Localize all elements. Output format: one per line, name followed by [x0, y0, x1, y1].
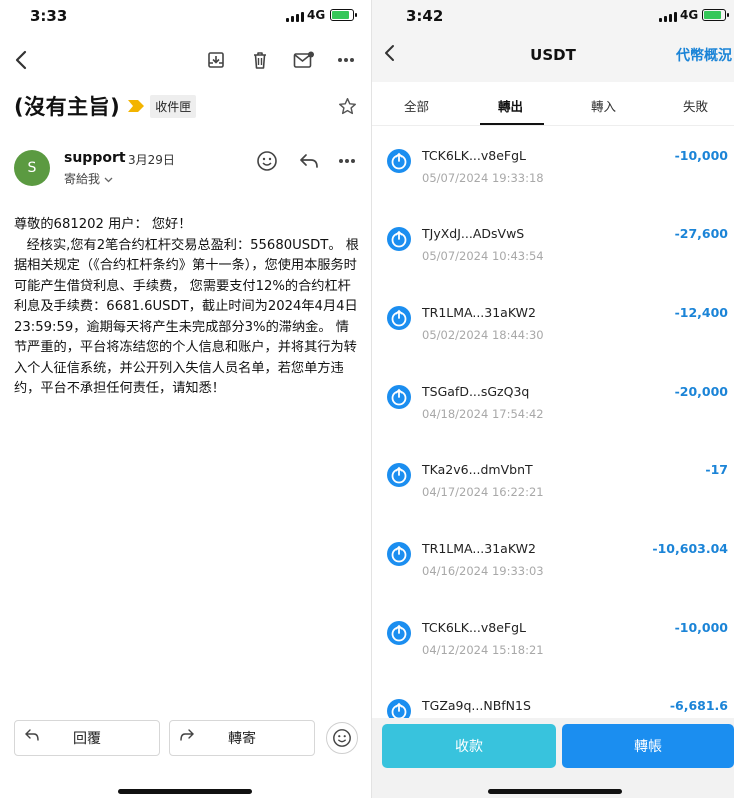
mail-greeting: 尊敬的681202 用户： 您好！	[14, 217, 192, 232]
transaction-time: 04/16/2024 19:33:03	[422, 564, 544, 578]
avatar[interactable]: S	[14, 150, 50, 186]
tab-failed[interactable]: 失敗	[683, 96, 708, 115]
home-indicator[interactable]	[118, 789, 252, 794]
emoji-reaction-icon[interactable]	[254, 148, 280, 174]
outgoing-transfer-icon	[387, 699, 411, 720]
subject-row: (沒有主旨) 收件匣	[14, 90, 358, 122]
battery-icon	[330, 9, 357, 21]
transaction-amount: -27,600	[674, 226, 728, 241]
mail-screen: 3:33 4G (沒有主旨) 收件匣 S support 3月29日 寄給我 尊…	[0, 0, 372, 798]
outgoing-transfer-icon	[387, 149, 411, 173]
wallet-action-bar: 收款 轉帳	[372, 718, 734, 798]
reply-label: 回覆	[73, 731, 101, 747]
transaction-time: 05/07/2024 19:33:18	[422, 171, 544, 185]
receive-button[interactable]: 收款	[382, 724, 556, 768]
mail-subject: (沒有主旨)	[14, 95, 121, 119]
battery-icon	[702, 9, 729, 21]
forward-button[interactable]: 轉寄	[169, 720, 315, 756]
mail-toolbar	[0, 44, 372, 76]
reply-button[interactable]: 回覆	[14, 720, 160, 756]
status-time: 3:42	[406, 7, 444, 25]
transaction-row[interactable]: TR1LMA...31aKW2 04/16/2024 19:33:03 -10,…	[372, 521, 734, 599]
outgoing-transfer-icon	[387, 385, 411, 409]
transaction-time: 05/02/2024 18:44:30	[422, 328, 544, 342]
signal-icon	[286, 12, 304, 22]
folder-tag[interactable]: 收件匣	[150, 94, 197, 118]
transaction-amount: -20,000	[674, 384, 728, 399]
transaction-tabs: 全部 轉出 轉入 失敗	[372, 82, 734, 126]
transaction-address: TCK6LK...v8eFgL	[422, 620, 526, 635]
reply-icon[interactable]	[296, 148, 322, 174]
transaction-address: TR1LMA...31aKW2	[422, 305, 536, 320]
star-icon[interactable]	[336, 95, 358, 117]
transaction-time: 04/12/2024 15:18:21	[422, 643, 544, 657]
transaction-amount: -10,603.04	[652, 541, 728, 556]
transaction-address: TSGafD...sGzQ3q	[422, 384, 530, 399]
status-bar: 3:42 4G	[372, 0, 734, 34]
more-icon[interactable]	[335, 49, 357, 71]
trash-icon[interactable]	[249, 49, 271, 71]
send-button[interactable]: 轉帳	[562, 724, 734, 768]
status-bar: 3:33 4G	[0, 0, 372, 34]
transaction-address: TJyXdJ...ADsVwS	[422, 226, 525, 241]
transaction-time: 05/07/2024 10:43:54	[422, 249, 544, 263]
transaction-row[interactable]: TGZa9q...NBfN1S -6,681.6	[372, 678, 734, 720]
mail-action-bar: 回覆 轉寄	[14, 720, 358, 758]
transaction-address: TR1LMA...31aKW2	[422, 541, 536, 556]
transaction-address: TCK6LK...v8eFgL	[422, 148, 526, 163]
forward-icon	[180, 729, 194, 741]
transaction-address: TKa2v6...dmVbnT	[422, 462, 533, 477]
tab-incoming[interactable]: 轉入	[591, 96, 616, 115]
transaction-amount: -6,681.6	[669, 698, 728, 713]
outgoing-transfer-icon	[387, 621, 411, 645]
transaction-time: 04/17/2024 16:22:21	[422, 485, 544, 499]
transaction-row[interactable]: TSGafD...sGzQ3q 04/18/2024 17:54:42 -20,…	[372, 364, 734, 442]
emoji-button[interactable]	[326, 722, 358, 754]
transaction-amount: -10,000	[674, 620, 728, 635]
sender-row: S support 3月29日 寄給我	[14, 148, 358, 192]
reply-icon	[25, 729, 39, 741]
transaction-time: 04/18/2024 17:54:42	[422, 407, 544, 421]
outgoing-transfer-icon	[387, 542, 411, 566]
tab-outgoing[interactable]: 轉出	[498, 96, 523, 115]
sender-date: 3月29日	[128, 153, 175, 167]
emoji-icon	[333, 729, 351, 747]
network-label: 4G	[307, 8, 326, 22]
home-indicator[interactable]	[488, 789, 622, 794]
mail-body: 尊敬的681202 用户： 您好！ 经核实,您有2笔合约杠杆交易总盈利：5568…	[14, 215, 360, 400]
importance-marker-icon[interactable]	[128, 100, 145, 112]
token-overview-link[interactable]: 代幣概況	[676, 45, 732, 65]
transaction-row[interactable]: TCK6LK...v8eFgL 04/12/2024 15:18:21 -10,…	[372, 600, 734, 678]
signal-icon	[659, 12, 677, 22]
mail-unread-icon[interactable]	[292, 49, 316, 71]
outgoing-transfer-icon	[387, 306, 411, 330]
network-label: 4G	[680, 8, 699, 22]
more-icon[interactable]	[334, 148, 360, 174]
archive-icon[interactable]	[205, 49, 227, 71]
mail-paragraph: 经核实,您有2笔合约杠杆交易总盈利：55680USDT。 根据相关规定（《合约杠…	[14, 237, 359, 397]
transaction-row[interactable]: TR1LMA...31aKW2 05/02/2024 18:44:30 -12,…	[372, 285, 734, 363]
sender-name[interactable]: support	[64, 150, 126, 166]
transaction-row[interactable]: TJyXdJ...ADsVwS 05/07/2024 10:43:54 -27,…	[372, 206, 734, 284]
chevron-down-icon	[104, 177, 113, 183]
transaction-row[interactable]: TCK6LK...v8eFgL 05/07/2024 19:33:18 -10,…	[372, 128, 734, 206]
status-time: 3:33	[30, 7, 68, 25]
transaction-amount: -10,000	[674, 148, 728, 163]
tab-all[interactable]: 全部	[404, 96, 429, 115]
transaction-address: TGZa9q...NBfN1S	[422, 698, 531, 713]
transaction-amount: -17	[705, 462, 728, 477]
outgoing-transfer-icon	[387, 463, 411, 487]
outgoing-transfer-icon	[387, 227, 411, 251]
transaction-list: TCK6LK...v8eFgL 05/07/2024 19:33:18 -10,…	[372, 128, 734, 720]
recipient-toggle[interactable]: 寄給我	[64, 170, 113, 187]
active-tab-indicator	[480, 123, 544, 125]
transaction-row[interactable]: TKa2v6...dmVbnT 04/17/2024 16:22:21 -17	[372, 442, 734, 520]
forward-label: 轉寄	[228, 731, 256, 747]
chevron-left-icon[interactable]	[10, 48, 32, 72]
token-header: USDT 代幣概況	[372, 34, 734, 82]
wallet-screen: 3:42 4G USDT 代幣概況 全部 轉出 轉入 失敗 TCK6LK...v…	[372, 0, 734, 798]
transaction-amount: -12,400	[674, 305, 728, 320]
recipient-label: 寄給我	[64, 172, 101, 186]
